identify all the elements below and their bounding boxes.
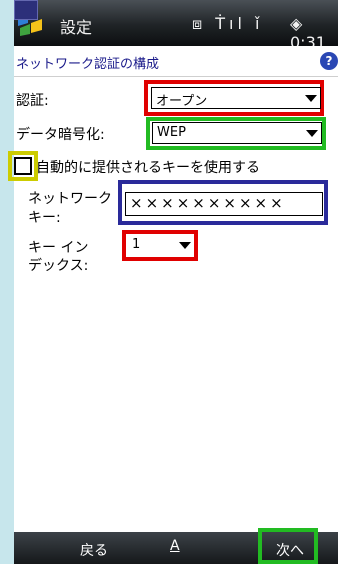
auto-key-label: 自動的に提供されるキーを使用する [36, 160, 260, 176]
status-bar: 設定 ⧈ Ṫıl ǐ ◈ 0:31 [14, 0, 338, 52]
page-header: ネットワーク認証の構成 ? [14, 46, 338, 77]
key-index-label-2: デックス: [28, 258, 89, 274]
status-icons[interactable]: ⧈ Ṫıl ǐ [192, 14, 263, 34]
encryption-label: データ暗号化: [16, 127, 105, 143]
encryption-value: WEP [157, 125, 186, 140]
chevron-down-icon [305, 95, 317, 102]
phone-screen: 設定 ⧈ Ṫıl ǐ ◈ 0:31 ネットワーク認証の構成 ? 認証: オープン… [8, 0, 338, 564]
chevron-down-icon [306, 130, 318, 137]
page-title: ネットワーク認証の構成 [16, 57, 160, 72]
network-key-label-1: ネットワーク [28, 191, 112, 207]
key-index-value: 1 [132, 237, 141, 252]
network-key-input[interactable]: ×××××××××× [125, 192, 323, 216]
key-index-label-1: キー イン [28, 240, 89, 256]
auth-select[interactable]: オープン [151, 87, 321, 109]
highlight-box-navy-corner [14, 0, 38, 20]
auto-key-checkbox[interactable] [14, 157, 32, 175]
network-key-value: ×××××××××× [130, 194, 286, 212]
network-key-label-2: キー: [28, 210, 61, 226]
help-icon[interactable]: ? [320, 52, 338, 70]
highlight-box-green-2 [258, 528, 318, 564]
auth-value: オープン [156, 94, 208, 109]
chevron-down-icon [179, 242, 191, 249]
input-panel-icon[interactable]: A [170, 538, 180, 554]
auth-label: 認証: [16, 93, 49, 109]
status-title: 設定 [60, 18, 93, 37]
encryption-select[interactable]: WEP [152, 122, 322, 144]
back-softkey[interactable]: 戻る [80, 540, 108, 560]
key-index-select[interactable]: 1 [128, 235, 194, 257]
